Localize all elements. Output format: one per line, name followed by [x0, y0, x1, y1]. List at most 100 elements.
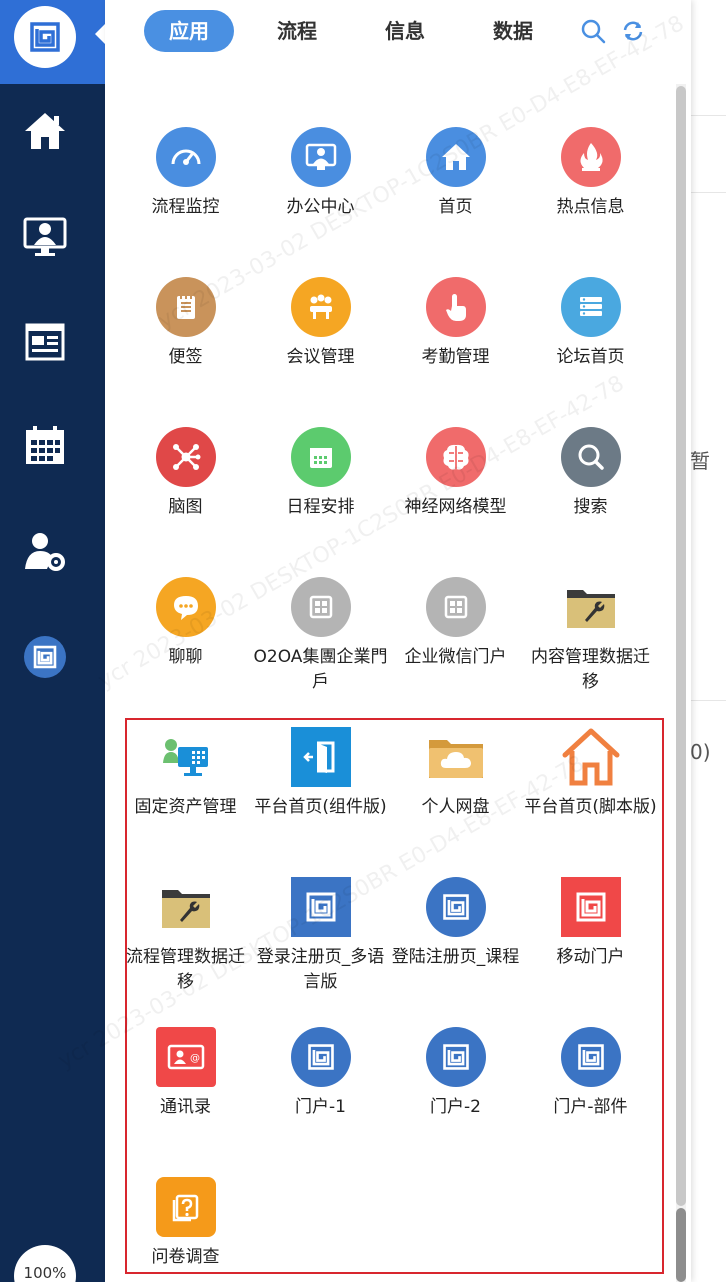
app-platform-home-components[interactable]: 平台首页(组件版) — [253, 727, 388, 820]
app-chat[interactable]: 聊聊 — [118, 577, 253, 670]
app-cms-migration[interactable]: 内容管理数据迁移 — [523, 577, 658, 695]
sidebar-calendar[interactable] — [0, 410, 90, 480]
app-sticky-notes[interactable]: 便签 — [118, 277, 253, 370]
app-o2oa-portal[interactable]: O2OA集團企業門戶 — [253, 577, 388, 695]
app-label: 脑图 — [168, 497, 203, 517]
app-label: 通讯录 — [160, 1097, 211, 1117]
launcher-tabs: 应用 流程 信息 数据 — [144, 10, 576, 52]
o2-logo-icon — [24, 636, 66, 678]
app-hot-info[interactable]: 热点信息 — [523, 127, 658, 220]
home-icon — [425, 127, 486, 187]
contact-card-icon: @ — [155, 1027, 216, 1087]
sidebar-news[interactable] — [0, 306, 90, 376]
app-mindmap[interactable]: 脑图 — [118, 427, 253, 520]
scrollbar-thumb[interactable] — [676, 86, 686, 1206]
home-icon — [25, 113, 65, 149]
app-home[interactable]: 首页 — [388, 127, 523, 220]
notepad-icon — [155, 277, 216, 337]
tab-data[interactable]: 数据 — [468, 10, 558, 52]
app-label: 固定资产管理 — [134, 797, 237, 817]
app-process-migration[interactable]: 流程管理数据迁移 — [118, 877, 253, 995]
meeting-icon — [290, 277, 351, 337]
monitor-user-icon — [23, 217, 67, 256]
app-neural-network[interactable]: 神经网络模型 — [388, 427, 523, 520]
app-label: 问卷调查 — [151, 1247, 220, 1267]
sidebar-portal[interactable] — [0, 622, 90, 692]
calendar-icon — [26, 426, 64, 464]
tab-info[interactable]: 信息 — [360, 10, 450, 52]
sidebar-logo-area[interactable] — [0, 0, 105, 84]
app-label: 考勤管理 — [421, 347, 490, 367]
app-platform-home-script[interactable]: 平台首页(脚本版) — [523, 727, 658, 820]
app-label: 平台首页(组件版) — [254, 797, 387, 817]
app-office-center[interactable]: 办公中心 — [253, 127, 388, 220]
app-label: 会议管理 — [286, 347, 355, 367]
app-label: 论坛首页 — [556, 347, 625, 367]
brain-icon — [425, 427, 486, 487]
app-login-course[interactable]: 登陆注册页_课程 — [388, 877, 523, 970]
sidebar-user-settings[interactable] — [0, 516, 90, 586]
tab-toolbar — [580, 18, 646, 44]
zoom-level[interactable]: 100% — [14, 1245, 76, 1282]
forum-icon — [560, 277, 621, 337]
app-label: 登陆注册页_课程 — [391, 947, 520, 967]
app-meeting[interactable]: 会议管理 — [253, 277, 388, 370]
asset-icon — [156, 727, 216, 787]
app-portal-widget[interactable]: 门户-部件 — [523, 1027, 658, 1120]
questionnaire-icon — [155, 1177, 216, 1237]
app-label: O2OA集團企業門戶 — [253, 647, 388, 692]
app-personal-drive[interactable]: 个人网盘 — [388, 727, 523, 820]
app-process-monitor[interactable]: 流程监控 — [118, 127, 253, 220]
tab-process[interactable]: 流程 — [252, 10, 342, 52]
mindmap-icon — [155, 427, 216, 487]
app-login-multilang[interactable]: 登录注册页_多语言版 — [253, 877, 388, 995]
tab-apps[interactable]: 应用 — [144, 10, 234, 52]
svg-text:@: @ — [190, 1053, 200, 1064]
app-portal-1[interactable]: 门户-1 — [253, 1027, 388, 1120]
o2-logo-icon — [290, 1027, 351, 1087]
user-gear-icon — [25, 533, 65, 571]
left-sidebar: 100% — [0, 0, 105, 1282]
cloud-folder-icon — [426, 727, 486, 787]
app-portal-2[interactable]: 门户-2 — [388, 1027, 523, 1120]
touch-icon — [425, 277, 486, 337]
app-label: 门户-部件 — [553, 1097, 628, 1117]
background-text: 暂 — [690, 449, 710, 473]
sidebar-home[interactable] — [0, 96, 90, 166]
app-label: 流程监控 — [151, 197, 220, 217]
app-fixed-assets[interactable]: 固定资产管理 — [118, 727, 253, 820]
o2-logo-icon — [560, 1027, 621, 1087]
app-forum[interactable]: 论坛首页 — [523, 277, 658, 370]
app-search[interactable]: 搜索 — [523, 427, 658, 520]
gauge-icon — [155, 127, 216, 187]
app-attendance[interactable]: 考勤管理 — [388, 277, 523, 370]
app-label: 门户-2 — [430, 1097, 481, 1117]
app-label: 平台首页(脚本版) — [524, 797, 657, 817]
app-label: 流程管理数据迁移 — [126, 947, 245, 992]
app-label: 个人网盘 — [421, 797, 490, 817]
app-questionnaire[interactable]: 问卷调查 — [118, 1177, 253, 1270]
app-label: 首页 — [438, 197, 473, 217]
newspaper-icon — [25, 323, 65, 361]
app-label: 搜索 — [573, 497, 608, 517]
refresh-icon[interactable] — [620, 18, 646, 44]
search-icon[interactable] — [580, 18, 606, 44]
calendar-icon — [290, 427, 351, 487]
app-wecom-portal[interactable]: 企业微信门户 — [388, 577, 523, 670]
house-outline-icon — [561, 727, 621, 787]
portal-grid-icon — [425, 577, 486, 637]
scrollbar-thumb-active[interactable] — [676, 1208, 686, 1282]
app-contacts[interactable]: @ 通讯录 — [118, 1027, 253, 1120]
app-label: 便签 — [168, 347, 203, 367]
app-label: 移动门户 — [556, 947, 625, 967]
office-user-icon — [290, 127, 351, 187]
folder-wrench-icon — [156, 877, 216, 937]
portal-grid-icon — [290, 577, 351, 637]
app-mobile-portal[interactable]: 移动门户 — [523, 877, 658, 970]
background-count: 0) — [690, 740, 711, 764]
app-label: 企业微信门户 — [404, 647, 507, 667]
app-label: 热点信息 — [556, 197, 625, 217]
sidebar-office[interactable] — [0, 202, 90, 272]
app-schedule[interactable]: 日程安排 — [253, 427, 388, 520]
o2-logo-icon[interactable] — [14, 6, 76, 68]
